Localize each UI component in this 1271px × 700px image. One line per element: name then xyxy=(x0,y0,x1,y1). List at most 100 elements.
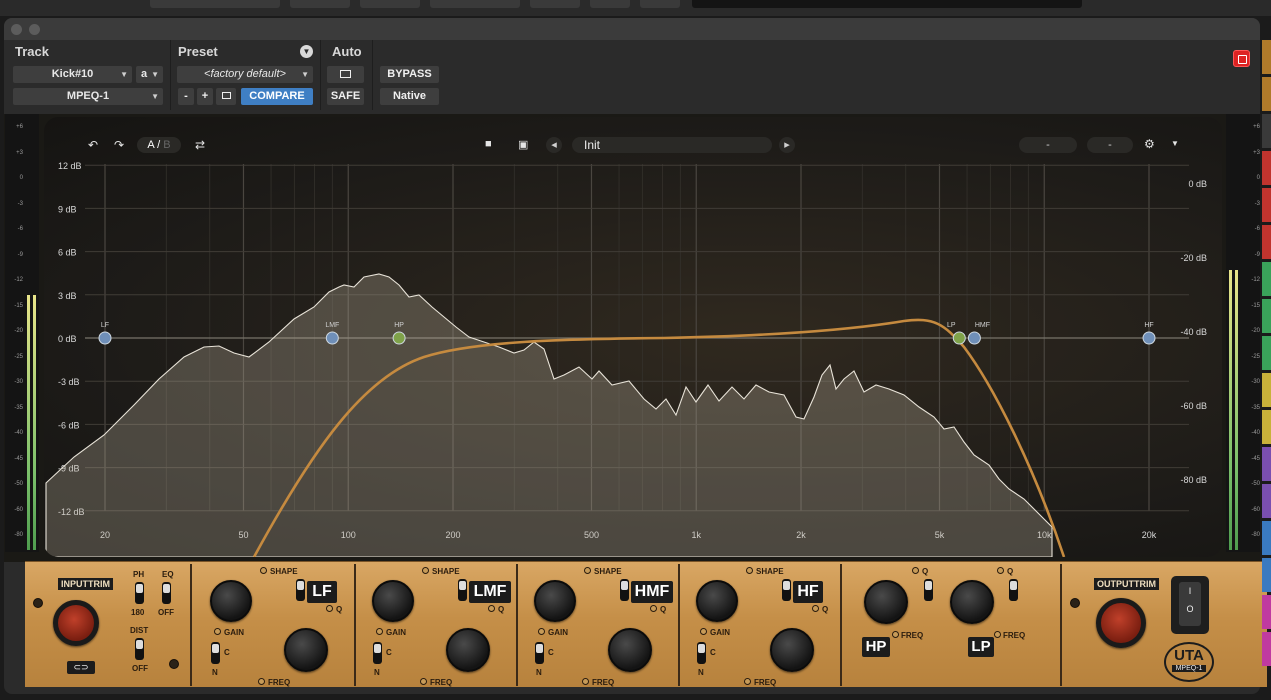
chevron-down-icon[interactable]: ▼ xyxy=(1171,139,1179,148)
preset-selector[interactable]: <factory default> ▼ xyxy=(177,66,313,83)
eq-switch[interactable] xyxy=(162,582,171,604)
undo-icon[interactable]: ↶ xyxy=(88,138,98,152)
ab-toggle[interactable]: A / B xyxy=(137,137,181,153)
track-color-chip xyxy=(1262,558,1271,592)
gain-led[interactable] xyxy=(214,628,221,635)
preset-next-arrow[interactable]: ▸ xyxy=(779,137,795,153)
q-led[interactable] xyxy=(650,605,657,612)
q-led[interactable] xyxy=(812,605,819,612)
lp-q-led[interactable] xyxy=(997,567,1004,574)
dist-switch[interactable] xyxy=(135,638,144,660)
hp-q-led[interactable] xyxy=(912,567,919,574)
lp-q-switch[interactable] xyxy=(1009,579,1018,601)
automation-button[interactable] xyxy=(327,66,364,83)
input-trim-knob[interactable] xyxy=(53,600,99,646)
eq-node-lf[interactable] xyxy=(98,331,112,345)
hf-cn-switch[interactable] xyxy=(697,642,706,664)
copy-settings-button[interactable] xyxy=(216,88,236,105)
meter-scale-label: -6 xyxy=(1254,226,1260,232)
input-meter: +6 +3 0 -3 -6 -9 -12 -15 -20 -25 -30 -35 -40 -45 -50 -6… xyxy=(5,114,39,552)
eq-graph[interactable]: 12 dB9 dB6 dB3 dB0 dB-3 dB-6 dB-9 dB-12 … xyxy=(44,117,1222,557)
lf-shape-switch[interactable] xyxy=(296,579,305,601)
insert-selector[interactable]: MPEQ-1 ▼ xyxy=(13,88,163,105)
bypass-button[interactable]: BYPASS xyxy=(380,66,439,83)
hmf-gain-knob[interactable] xyxy=(534,580,576,622)
meter-scale-label: 0 xyxy=(19,175,23,181)
eq-node-hp[interactable] xyxy=(392,331,406,345)
hf-shape-switch[interactable] xyxy=(782,579,791,601)
preset-label: Preset xyxy=(178,44,218,59)
meter-scale-label: -3 xyxy=(17,200,23,207)
track-selector[interactable]: Kick#10 ▼ xyxy=(13,66,132,83)
lmf-shape-switch[interactable] xyxy=(458,579,467,601)
shape-led[interactable] xyxy=(746,567,753,574)
hp-freq-led[interactable] xyxy=(892,631,899,638)
power-off-mark: O xyxy=(1186,604,1194,614)
compare-button[interactable]: COMPARE xyxy=(241,88,313,105)
slot-1-field[interactable]: - xyxy=(1019,137,1077,153)
lp-freq-led[interactable] xyxy=(994,631,1001,638)
track-color-chip xyxy=(1262,521,1271,555)
link-icon[interactable]: ⊂⊃ xyxy=(67,661,95,674)
preset-prev-arrow[interactable]: ◂ xyxy=(546,137,562,153)
power-switch[interactable]: IO xyxy=(1171,576,1209,634)
output-meter: +6 +3 0 -3 -6 -9 -12 -15 -20 -25 -30 -35 -40 -45 -50 -6… xyxy=(1226,114,1260,552)
lmf-cn-switch[interactable] xyxy=(373,642,382,664)
lmf-gain-knob[interactable] xyxy=(372,580,414,622)
eq-node-hmf[interactable] xyxy=(967,331,981,345)
close-dot[interactable] xyxy=(11,24,22,35)
freq-led[interactable] xyxy=(420,678,427,685)
gain-led[interactable] xyxy=(700,628,707,635)
preset-next-button[interactable]: + xyxy=(197,88,213,105)
plugin-power-button[interactable] xyxy=(1233,50,1250,67)
q-led[interactable] xyxy=(488,605,495,612)
eq-node-hf[interactable] xyxy=(1142,331,1156,345)
preset-prev-button[interactable]: - xyxy=(178,88,194,105)
channel-selector[interactable]: a ▼ xyxy=(136,66,163,83)
track-color-chip xyxy=(1262,40,1271,74)
ab-copy-icon[interactable]: ⇄ xyxy=(195,138,205,152)
meter-scale-label: -80 xyxy=(1251,532,1260,538)
freq-led[interactable] xyxy=(582,678,589,685)
hmf-freq-knob[interactable] xyxy=(608,628,652,672)
ab-separator: / xyxy=(157,139,161,151)
hf-freq-knob[interactable] xyxy=(770,628,814,672)
preset-field[interactable]: Init xyxy=(572,137,772,153)
shape-led[interactable] xyxy=(260,567,267,574)
minimize-dot[interactable] xyxy=(29,24,40,35)
lf-cn-switch[interactable] xyxy=(211,642,220,664)
redo-icon[interactable]: ↷ xyxy=(114,138,124,152)
lmf-freq-knob[interactable] xyxy=(446,628,490,672)
gear-icon[interactable]: ⚙ xyxy=(1144,137,1155,151)
hp-q-switch[interactable] xyxy=(924,579,933,601)
slot-2-field[interactable]: - xyxy=(1087,137,1133,153)
q-led[interactable] xyxy=(326,605,333,612)
freq-led[interactable] xyxy=(258,678,265,685)
hp-freq-knob[interactable] xyxy=(864,580,908,624)
track-color-chip xyxy=(1262,410,1271,444)
lf-gain-knob[interactable] xyxy=(210,580,252,622)
eq-display[interactable]: 12 dB9 dB6 dB3 dB0 dB-3 dB-6 dB-9 dB-12 … xyxy=(44,117,1222,557)
hmf-shape-switch[interactable] xyxy=(620,579,629,601)
preset-menu-icon[interactable]: ▼ xyxy=(300,45,313,58)
folder-icon[interactable]: ■ xyxy=(485,138,492,150)
lf-freq-knob[interactable] xyxy=(284,628,328,672)
eq-node-lp[interactable] xyxy=(952,331,966,345)
output-trim-knob[interactable] xyxy=(1096,598,1146,648)
safe-button[interactable]: SAFE xyxy=(327,88,364,105)
shape-led[interactable] xyxy=(422,567,429,574)
gain-led[interactable] xyxy=(538,628,545,635)
shape-led[interactable] xyxy=(584,567,591,574)
eq-node-lmf[interactable] xyxy=(325,331,339,345)
hmf-cn-switch[interactable] xyxy=(535,642,544,664)
hf-gain-knob[interactable] xyxy=(696,580,738,622)
title-bar[interactable] xyxy=(4,18,1260,40)
track-color-chip xyxy=(1262,373,1271,407)
freq-led[interactable] xyxy=(744,678,751,685)
gain-led[interactable] xyxy=(376,628,383,635)
phase-switch[interactable] xyxy=(135,582,144,604)
save-folder-icon[interactable]: ▣ xyxy=(518,138,528,151)
meter-scale-label: -15 xyxy=(14,302,23,309)
lp-freq-knob[interactable] xyxy=(950,580,994,624)
freq-label: FREQ xyxy=(430,678,453,687)
